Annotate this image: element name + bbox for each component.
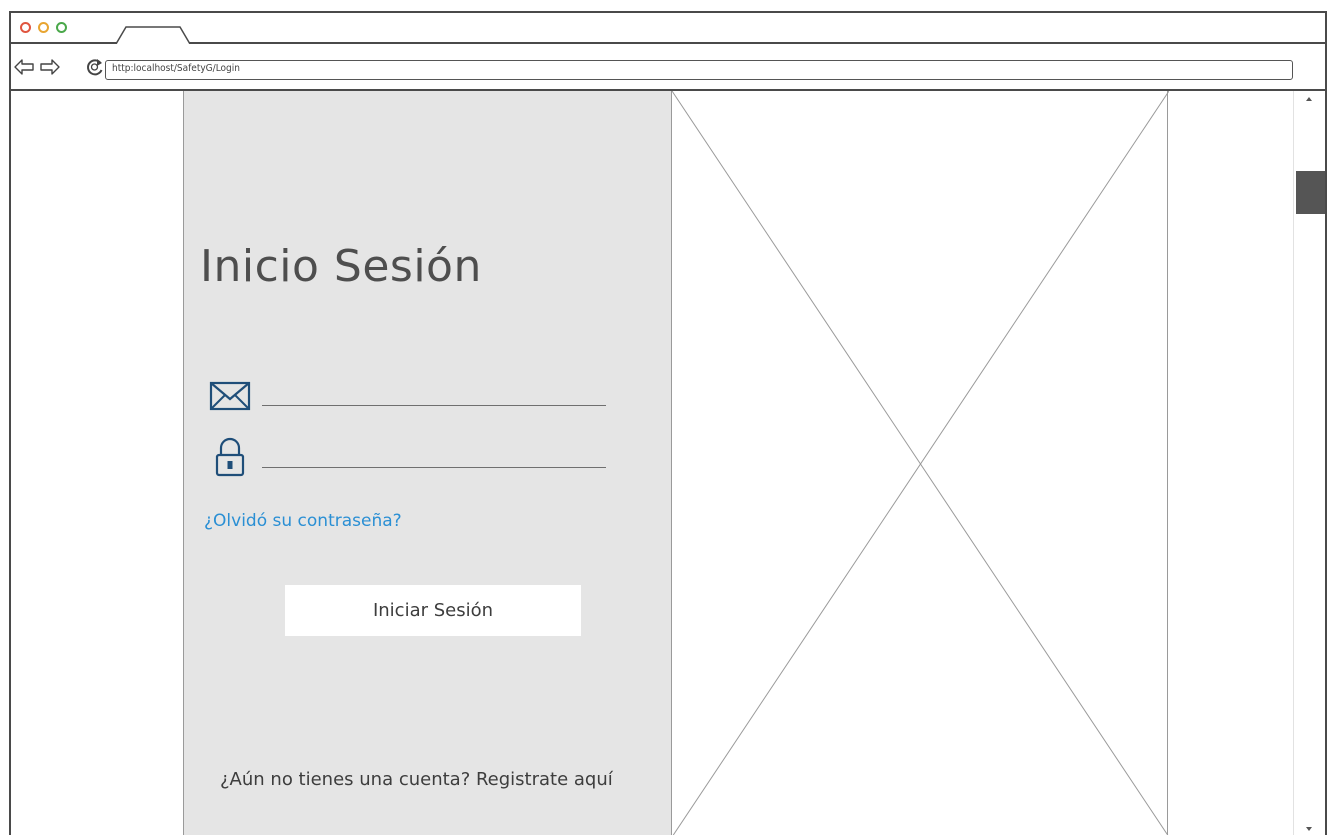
browser-tab[interactable] <box>116 25 192 45</box>
email-field[interactable] <box>262 383 606 406</box>
vertical-scrollbar[interactable] <box>1293 91 1325 835</box>
scroll-up-arrow-icon[interactable] <box>1304 95 1314 103</box>
browser-titlebar <box>11 13 1325 45</box>
register-link[interactable]: ¿Aún no tienes una cuenta? Registrate aq… <box>220 769 613 790</box>
forgot-password-link[interactable]: ¿Olvidó su contraseña? <box>204 511 402 531</box>
browser-window: http:localhost/SafetyG/Login Inicio Sesi… <box>9 11 1327 835</box>
password-field[interactable] <box>262 445 606 468</box>
image-placeholder <box>671 91 1169 835</box>
close-window-button[interactable] <box>20 22 31 33</box>
maximize-window-button[interactable] <box>56 22 67 33</box>
login-panel: Inicio Sesión ¿Olvidó su contraseña? Ini… <box>183 91 671 835</box>
back-arrow-icon[interactable] <box>13 58 35 76</box>
envelope-icon <box>209 381 251 411</box>
scrollbar-thumb[interactable] <box>1296 171 1325 214</box>
login-button[interactable]: Iniciar Sesión <box>285 585 581 636</box>
image-placeholder-cross <box>672 91 1169 835</box>
minimize-window-button[interactable] <box>38 22 49 33</box>
page-title: Inicio Sesión <box>200 241 482 292</box>
scroll-down-arrow-icon[interactable] <box>1304 825 1314 833</box>
reload-icon[interactable] <box>85 57 105 77</box>
address-bar: http:localhost/SafetyG/Login <box>11 44 1325 91</box>
url-input[interactable]: http:localhost/SafetyG/Login <box>105 60 1293 80</box>
page-viewport: Inicio Sesión ¿Olvidó su contraseña? Ini… <box>11 91 1325 835</box>
forward-arrow-icon[interactable] <box>39 58 61 76</box>
lock-icon <box>215 437 245 477</box>
